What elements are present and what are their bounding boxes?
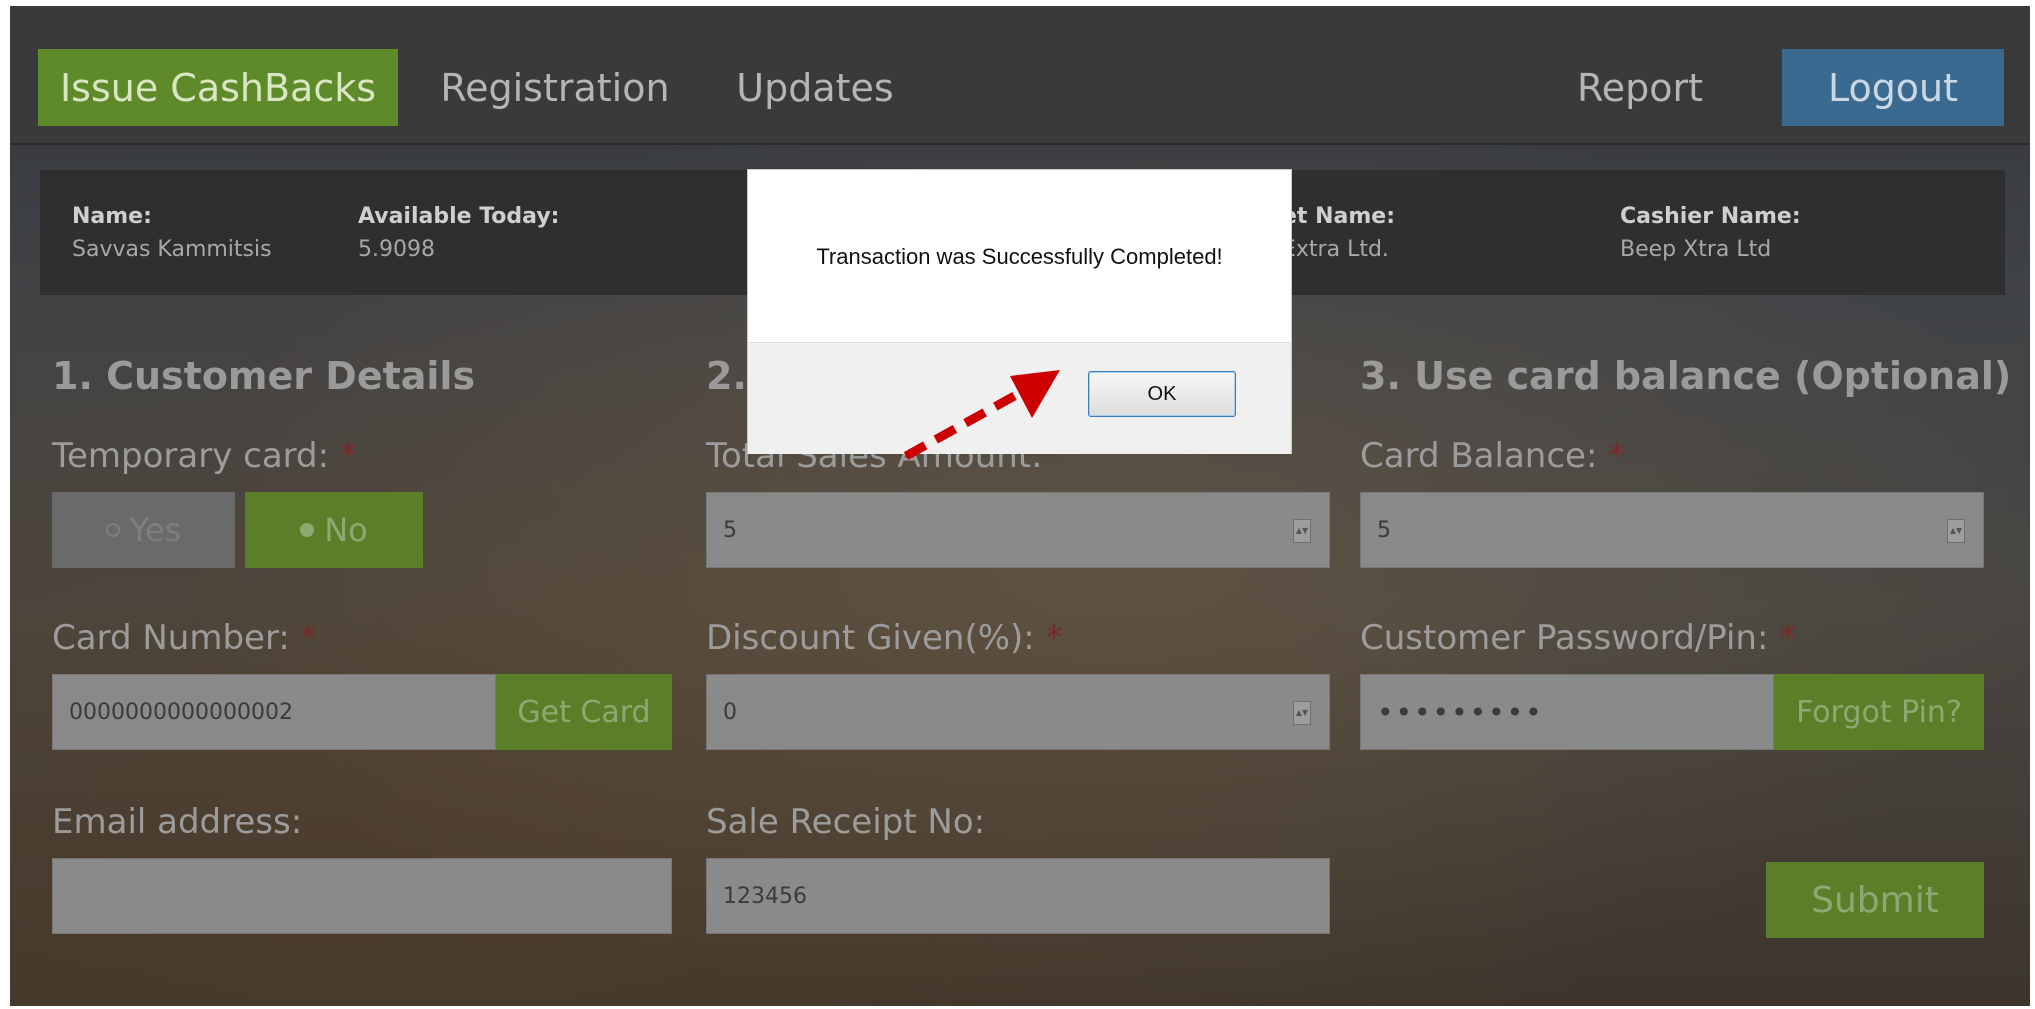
info-name-value: Savvas Kammitsis: [72, 237, 272, 262]
info-available-label: Available Today:: [358, 204, 560, 229]
info-outlet: et Name: Extra Ltd.: [1282, 204, 1395, 262]
radio-no-label: No: [324, 511, 368, 549]
info-outlet-value: Extra Ltd.: [1282, 237, 1389, 262]
info-outlet-label: et Name:: [1282, 204, 1395, 229]
section-card-balance: 3. Use card balance (Optional): [1360, 354, 2012, 398]
card-number-input[interactable]: 0000000000000002: [52, 674, 496, 750]
receipt-label: Sale Receipt No:: [706, 802, 986, 842]
alert-message: Transaction was Successfully Completed!: [816, 244, 1223, 269]
required-mark: *: [339, 436, 357, 476]
section-sale-details: 2.: [706, 354, 747, 398]
discount-label: Discount Given(%): *: [706, 618, 1063, 658]
required-mark: *: [1608, 436, 1626, 476]
required-mark: *: [1779, 618, 1797, 658]
info-name: Name: Savvas Kammitsis: [72, 204, 272, 262]
annotation-arrow-icon: [903, 370, 1060, 460]
nav-updates[interactable]: Updates: [730, 49, 900, 126]
card-balance-value: 5: [1377, 517, 1391, 543]
card-number-label: Card Number: *: [52, 618, 318, 658]
info-cashier-label: Cashier Name:: [1620, 204, 1801, 229]
radio-empty-icon: [105, 523, 120, 537]
card-balance-input[interactable]: 5 ▲▼: [1360, 492, 1984, 568]
nav-issue-cashbacks[interactable]: Issue CashBacks: [38, 49, 398, 126]
submit-button[interactable]: Submit: [1766, 862, 1984, 938]
password-label: Customer Password/Pin: *: [1360, 618, 1797, 658]
discount-value: 0: [723, 699, 737, 725]
info-cashier-value: Beep Xtra Ltd: [1620, 237, 1772, 262]
spinner-icon[interactable]: ▲▼: [1293, 701, 1311, 725]
radio-yes-label: Yes: [129, 511, 182, 549]
get-card-button[interactable]: Get Card: [496, 674, 672, 750]
spinner-icon[interactable]: ▲▼: [1947, 519, 1965, 543]
app-window: Issue CashBacks Registration Updates Rep…: [10, 6, 2030, 1006]
total-sales-input[interactable]: 5 ▲▼: [706, 492, 1330, 568]
logout-button[interactable]: Logout: [1782, 49, 2004, 126]
receipt-input[interactable]: 123456: [706, 858, 1330, 934]
spinner-icon[interactable]: ▲▼: [1293, 519, 1311, 543]
nav-report[interactable]: Report: [1570, 49, 1710, 126]
ok-button[interactable]: OK: [1088, 371, 1236, 417]
radio-selected-icon: [300, 523, 315, 537]
temporary-card-label: Temporary card: *: [52, 436, 357, 476]
card-balance-label: Card Balance: *: [1360, 436, 1626, 476]
info-available-value: 5.9098: [358, 237, 435, 262]
email-label: Email address:: [52, 802, 303, 842]
total-sales-value: 5: [723, 517, 737, 543]
password-input[interactable]: •••••••••: [1360, 674, 1774, 750]
nav-registration[interactable]: Registration: [440, 49, 670, 126]
navbar: Issue CashBacks Registration Updates Rep…: [10, 6, 2030, 145]
discount-input[interactable]: 0 ▲▼: [706, 674, 1330, 750]
email-input[interactable]: [52, 858, 672, 934]
forgot-pin-button[interactable]: Forgot Pin?: [1774, 674, 1984, 750]
section-customer-details: 1. Customer Details: [52, 354, 476, 398]
info-name-label: Name:: [72, 204, 152, 229]
info-cashier: Cashier Name: Beep Xtra Ltd: [1620, 204, 1801, 262]
info-available: Available Today: 5.9098: [358, 204, 559, 262]
temporary-card-no-radio[interactable]: No: [245, 492, 423, 568]
required-mark: *: [1045, 618, 1063, 658]
temporary-card-yes-radio[interactable]: Yes: [52, 492, 235, 568]
required-mark: *: [300, 618, 318, 658]
